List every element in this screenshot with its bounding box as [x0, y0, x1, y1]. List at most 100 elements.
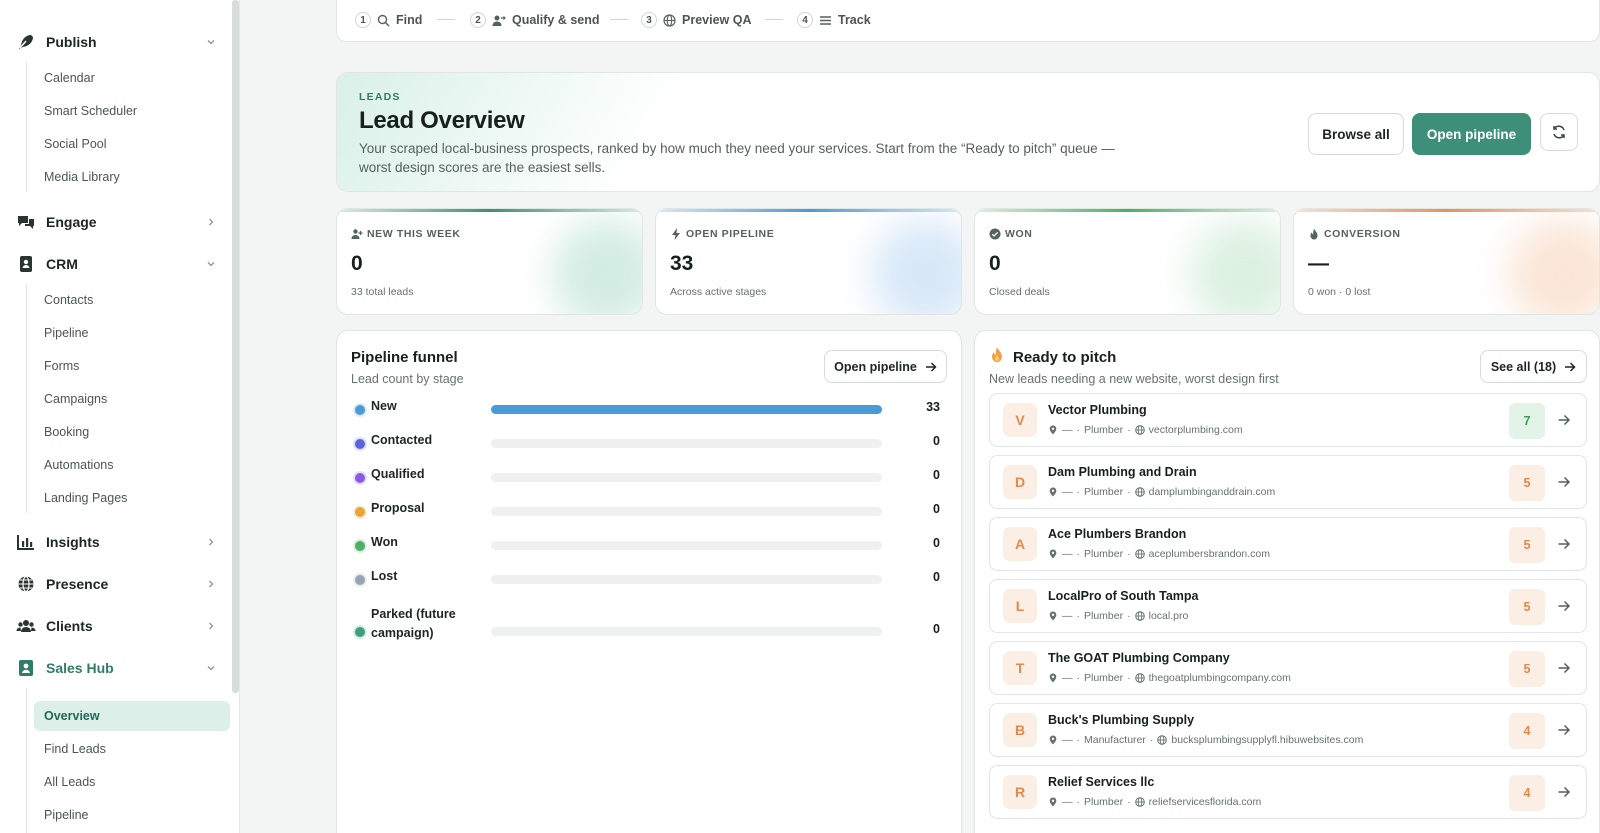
stat-card-won: WON 0 Closed deals — [974, 208, 1281, 315]
chevron-right-icon — [206, 217, 216, 227]
browse-all-button[interactable]: Browse all — [1308, 113, 1404, 155]
stat-accent-bar — [975, 209, 1280, 212]
stat-label: CONVERSION — [1324, 228, 1401, 240]
sidebar-scrollbar[interactable] — [232, 0, 239, 693]
sidebar-item-social-pool[interactable]: Social Pool — [34, 129, 230, 159]
sidebar-group-label: Sales Hub — [46, 660, 114, 676]
design-score-badge: 5 — [1509, 589, 1545, 625]
sidebar-group-insights[interactable]: Insights — [0, 527, 225, 557]
sidebar-group-publish[interactable]: Publish — [0, 27, 225, 57]
globe-icon — [1157, 735, 1168, 745]
sidebar-group-crm[interactable]: CRM — [0, 249, 225, 279]
stat-subtext: 0 won · 0 lost — [1308, 286, 1371, 298]
sidebar-item-all-leads[interactable]: All Leads — [34, 767, 230, 797]
lead-name: Buck's Plumbing Supply — [1048, 713, 1195, 727]
globe-icon — [1134, 425, 1145, 435]
stat-glow — [871, 219, 961, 314]
funnel-stage-row[interactable]: Proposal 0 — [351, 495, 946, 529]
lead-avatar: D — [1003, 465, 1037, 499]
funnel-open-pipeline-button[interactable]: Open pipeline — [824, 350, 947, 383]
sidebar-item-landing-pages[interactable]: Landing Pages — [34, 483, 230, 513]
sidebar-item-campaigns[interactable]: Campaigns — [34, 384, 230, 414]
sidebar-group-sales-hub[interactable]: Sales Hub — [0, 653, 225, 683]
lead-name: Dam Plumbing and Drain — [1048, 465, 1197, 479]
arrow-right-icon — [925, 361, 937, 373]
lead-card[interactable]: B Buck's Plumbing Supply — · Manufacturer · bu… — [989, 703, 1587, 757]
step-find[interactable]: 1 Find — [355, 11, 422, 29]
stage-color-dot — [355, 473, 365, 483]
globe-icon — [1134, 549, 1145, 559]
arrow-right-icon[interactable] — [1557, 785, 1571, 799]
lead-website[interactable]: bucksplumbingsupplyfl.hibuwebsites.com — [1171, 734, 1363, 746]
arrow-right-icon[interactable] — [1557, 661, 1571, 675]
page-title: Lead Overview — [359, 107, 525, 134]
sidebar-item-calendar[interactable]: Calendar — [34, 63, 230, 93]
location-pin-icon — [1048, 425, 1058, 435]
panel-title: Pipeline funnel — [351, 349, 458, 366]
stage-name: Contacted — [371, 433, 433, 447]
stat-card-new-this-week: NEW THIS WEEK 0 33 total leads — [336, 208, 643, 315]
lead-website[interactable]: damplumbinganddrain.com — [1149, 486, 1276, 498]
lead-card[interactable]: A Ace Plumbers Brandon — · Plumber · aceplumbe… — [989, 517, 1587, 571]
funnel-stage-row[interactable]: New 33 — [351, 393, 946, 427]
open-pipeline-button[interactable]: Open pipeline — [1412, 113, 1531, 155]
meta-separator: · — [1076, 796, 1081, 808]
sidebar-group-presence[interactable]: Presence — [0, 569, 225, 599]
design-score-badge: 4 — [1509, 713, 1545, 749]
lead-category: Plumber — [1084, 548, 1124, 560]
sidebar-item-smart-scheduler[interactable]: Smart Scheduler — [34, 96, 230, 126]
meta-separator: · — [1149, 734, 1154, 746]
sidebar-group-clients[interactable]: Clients — [0, 611, 225, 641]
step-qualify-send[interactable]: 2 Qualify & send — [470, 11, 600, 29]
sidebar-item-find-leads[interactable]: Find Leads — [34, 734, 230, 764]
arrow-right-icon[interactable] — [1557, 599, 1571, 613]
lead-location: — — [1062, 672, 1073, 684]
lead-location: — — [1062, 424, 1073, 436]
sidebar-item-sales-pipeline[interactable]: Pipeline — [34, 800, 230, 830]
step-preview-qa[interactable]: 3 Preview QA — [641, 11, 751, 29]
funnel-stage-row[interactable]: Contacted 0 — [351, 427, 946, 461]
step-number: 1 — [355, 12, 371, 28]
lead-website[interactable]: thegoatplumbingcompany.com — [1149, 672, 1291, 684]
lead-website[interactable]: aceplumbersbrandon.com — [1149, 548, 1270, 560]
lead-card[interactable]: R Relief Services llc — · Plumber · reliefserv… — [989, 765, 1587, 819]
sidebar-item-pipeline[interactable]: Pipeline — [34, 318, 230, 348]
sidebar-item-booking[interactable]: Booking — [34, 417, 230, 447]
lead-location: — — [1062, 486, 1073, 498]
meta-separator: · — [1076, 610, 1081, 622]
sidebar-item-automations[interactable]: Automations — [34, 450, 230, 480]
funnel-stage-row[interactable]: Won 0 — [351, 529, 946, 563]
sidebar-item-contacts[interactable]: Contacts — [34, 285, 230, 315]
design-score-badge: 5 — [1509, 465, 1545, 501]
lead-overview-header: LEADS Lead Overview Your scraped local-b… — [336, 72, 1600, 192]
chevron-right-icon — [206, 579, 216, 589]
funnel-stage-row[interactable]: Parked (future campaign) 0 — [351, 605, 946, 649]
lead-website[interactable]: local.pro — [1149, 610, 1189, 622]
see-all-button[interactable]: See all (18) — [1480, 350, 1587, 383]
stage-bar-track — [491, 541, 882, 550]
sidebar-group-label: Insights — [46, 534, 100, 550]
sidebar-group-engage[interactable]: Engage — [0, 207, 225, 237]
lead-card[interactable]: D Dam Plumbing and Drain — · Plumber · damplum… — [989, 455, 1587, 509]
step-label: Qualify & send — [512, 13, 600, 27]
stage-count: 33 — [926, 400, 940, 414]
arrow-right-icon[interactable] — [1557, 475, 1571, 489]
lead-website[interactable]: vectorplumbing.com — [1149, 424, 1243, 436]
lead-meta: — · Plumber · damplumbinganddrain.com — [1048, 486, 1275, 498]
sidebar-item-media-library[interactable]: Media Library — [34, 162, 230, 192]
funnel-stage-row[interactable]: Qualified 0 — [351, 461, 946, 495]
lead-card[interactable]: L LocalPro of South Tampa — · Plumber · local.… — [989, 579, 1587, 633]
arrow-right-icon[interactable] — [1557, 537, 1571, 551]
lead-card[interactable]: V Vector Plumbing — · Plumber · vectorplumbing… — [989, 393, 1587, 447]
arrow-right-icon[interactable] — [1557, 413, 1571, 427]
funnel-stage-row[interactable]: Lost 0 — [351, 563, 946, 597]
lead-card[interactable]: T The GOAT Plumbing Company — · Plumber · theg… — [989, 641, 1587, 695]
sidebar-item-forms[interactable]: Forms — [34, 351, 230, 381]
ready-to-pitch-panel: Ready to pitch New leads needing a new w… — [974, 330, 1600, 833]
sidebar-item-overview[interactable]: Overview — [34, 701, 230, 731]
step-track[interactable]: 4 Track — [797, 11, 871, 29]
refresh-button[interactable] — [1540, 113, 1578, 151]
arrow-right-icon[interactable] — [1557, 723, 1571, 737]
button-label: See all (18) — [1490, 359, 1557, 374]
lead-website[interactable]: reliefservicesflorida.com — [1149, 796, 1262, 808]
